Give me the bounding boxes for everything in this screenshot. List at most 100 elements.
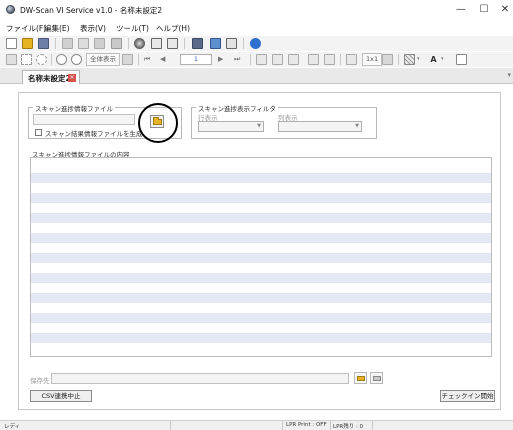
select-rect-icon[interactable] bbox=[21, 54, 32, 65]
status-divider bbox=[170, 421, 171, 430]
toolbar-separator bbox=[250, 54, 251, 65]
text-tool-icon[interactable]: A bbox=[428, 54, 439, 65]
filter-group: スキャン進捗表示フィルタ 行表示 列表示 ▼ ▼ bbox=[191, 103, 377, 139]
scan-file-path-input[interactable] bbox=[33, 114, 135, 125]
status-lpr-remaining: LPR残り : 0 bbox=[333, 424, 364, 430]
new-file-icon[interactable] bbox=[6, 38, 17, 49]
zoom-in-icon[interactable] bbox=[56, 54, 67, 65]
chevron-down-icon: ▼ bbox=[355, 123, 359, 129]
layout-d-icon[interactable] bbox=[308, 54, 319, 65]
chevron-down-icon: ▼ bbox=[257, 123, 261, 129]
row-filter-select[interactable]: ▼ bbox=[198, 121, 264, 132]
save-icon[interactable] bbox=[38, 38, 49, 49]
generate-result-checkbox[interactable] bbox=[35, 129, 42, 136]
list-row[interactable] bbox=[31, 253, 491, 263]
help-icon[interactable] bbox=[250, 38, 261, 49]
properties-icon[interactable] bbox=[167, 38, 178, 49]
select-lasso-icon[interactable] bbox=[36, 54, 47, 65]
settings-list-icon[interactable] bbox=[151, 38, 162, 49]
close-button[interactable]: ✕ bbox=[498, 3, 512, 17]
tab-close-icon[interactable]: × bbox=[68, 74, 76, 82]
menu-edit[interactable]: 編集(E) bbox=[44, 23, 70, 34]
list-row[interactable] bbox=[31, 293, 491, 303]
main-panel: スキャン進捗情報ファイル スキャン結果情報ファイルを生成 スキャン進捗表示フィル… bbox=[18, 92, 501, 410]
menu-view[interactable]: 表示(V) bbox=[80, 23, 106, 34]
first-page-icon[interactable]: ⏮ bbox=[144, 54, 155, 65]
document-tabbar: 名称未設定2 × ▾ bbox=[0, 68, 513, 84]
layout-e-icon[interactable] bbox=[324, 54, 335, 65]
hatch-dropdown-icon[interactable]: ▾ bbox=[417, 54, 428, 65]
copy-icon[interactable] bbox=[78, 38, 89, 49]
toolbar-separator bbox=[398, 54, 399, 65]
scan-icon[interactable] bbox=[134, 38, 145, 49]
menu-help[interactable]: ヘルプ(H) bbox=[156, 23, 190, 34]
cursor-icon[interactable] bbox=[226, 38, 237, 49]
save-destination-label: 保存先 bbox=[30, 377, 50, 385]
status-divider bbox=[330, 421, 331, 430]
frame-icon[interactable] bbox=[456, 54, 467, 65]
hand-icon[interactable] bbox=[6, 54, 17, 65]
fit-all-button[interactable]: 全体表示 bbox=[86, 53, 120, 66]
prev-page-icon[interactable]: ◀ bbox=[160, 54, 171, 65]
scan-file-group-label: スキャン進捗情報ファイル bbox=[33, 103, 115, 113]
open-folder-icon[interactable] bbox=[22, 38, 33, 49]
maximize-button[interactable]: ☐ bbox=[477, 3, 491, 17]
list-row[interactable] bbox=[31, 173, 491, 183]
toolbar-separator bbox=[128, 38, 129, 49]
zoom-ratio-button[interactable]: 1x1 bbox=[362, 53, 383, 66]
last-page-icon[interactable]: ⏭ bbox=[234, 54, 245, 65]
title-bar: DW-Scan VI Service v1.0 - 名称未設定2 — ☐ ✕ bbox=[0, 0, 513, 20]
cut-icon[interactable] bbox=[62, 38, 73, 49]
save-open-button[interactable] bbox=[370, 372, 383, 384]
status-bar: レディ LPR Print : OFF LPR残り : 0 bbox=[0, 420, 513, 430]
page-fit-icon[interactable] bbox=[122, 54, 133, 65]
list-row[interactable] bbox=[31, 193, 491, 203]
menu-bar: ファイル(F) 編集(E) 表示(V) ツール(T) ヘルプ(H) bbox=[0, 20, 513, 35]
status-ready: レディ bbox=[4, 424, 21, 430]
checkin-start-button[interactable]: チェックイン開始 bbox=[440, 390, 495, 402]
highlight-circle bbox=[138, 103, 178, 143]
layout-b-icon[interactable] bbox=[272, 54, 283, 65]
list-row[interactable] bbox=[31, 233, 491, 243]
page-number-input[interactable]: 1 bbox=[180, 54, 212, 65]
open-icon bbox=[373, 376, 381, 381]
generate-result-label: スキャン結果情報ファイルを生成 bbox=[45, 130, 143, 138]
list-row[interactable] bbox=[31, 213, 491, 223]
paste-icon[interactable] bbox=[94, 38, 105, 49]
minimize-button[interactable]: — bbox=[454, 3, 468, 17]
hatch-icon[interactable] bbox=[404, 54, 415, 65]
toolbar-separator bbox=[243, 38, 244, 49]
display-mode-icon[interactable] bbox=[382, 54, 393, 65]
toolbar-separator bbox=[340, 54, 341, 65]
menu-file[interactable]: ファイル(F) bbox=[6, 23, 46, 34]
col-filter-select[interactable]: ▼ bbox=[278, 121, 362, 132]
tab-document-label: 名称未設定2 bbox=[28, 74, 71, 83]
tab-scroll-icon[interactable]: ▾ bbox=[507, 71, 511, 79]
scanner-icon[interactable] bbox=[192, 38, 203, 49]
list-row[interactable] bbox=[31, 333, 491, 343]
zoom-out-icon[interactable] bbox=[71, 54, 82, 65]
toolbar-separator bbox=[51, 54, 52, 65]
save-destination-input[interactable] bbox=[51, 373, 349, 384]
status-divider bbox=[372, 421, 373, 430]
next-page-icon[interactable]: ▶ bbox=[218, 54, 229, 65]
layout-c-icon[interactable] bbox=[288, 54, 299, 65]
status-lpr-print: LPR Print : OFF bbox=[286, 422, 327, 428]
list-row[interactable] bbox=[31, 313, 491, 323]
toolbar-separator bbox=[55, 38, 56, 49]
print-icon[interactable] bbox=[111, 38, 122, 49]
csv-stop-button[interactable]: CSV連携中止 bbox=[30, 390, 92, 402]
folder-icon bbox=[357, 376, 365, 381]
text-dropdown-icon[interactable]: ▾ bbox=[441, 54, 452, 65]
tab-document[interactable]: 名称未設定2 × bbox=[22, 70, 80, 84]
toolbar-separator bbox=[138, 54, 139, 65]
menu-tools[interactable]: ツール(T) bbox=[116, 23, 149, 34]
window-title: DW-Scan VI Service v1.0 - 名称未設定2 bbox=[20, 6, 163, 15]
save-browse-button[interactable] bbox=[354, 372, 367, 384]
list-row[interactable] bbox=[31, 273, 491, 283]
content-list[interactable] bbox=[30, 157, 492, 357]
grid-icon[interactable] bbox=[346, 54, 357, 65]
view-toolbar: 全体表示 ⏮ ◀ 1 ▶ ⏭ 1x1 ▾ A ▾ bbox=[0, 52, 513, 67]
network-icon[interactable] bbox=[210, 38, 221, 49]
layout-a-icon[interactable] bbox=[256, 54, 267, 65]
